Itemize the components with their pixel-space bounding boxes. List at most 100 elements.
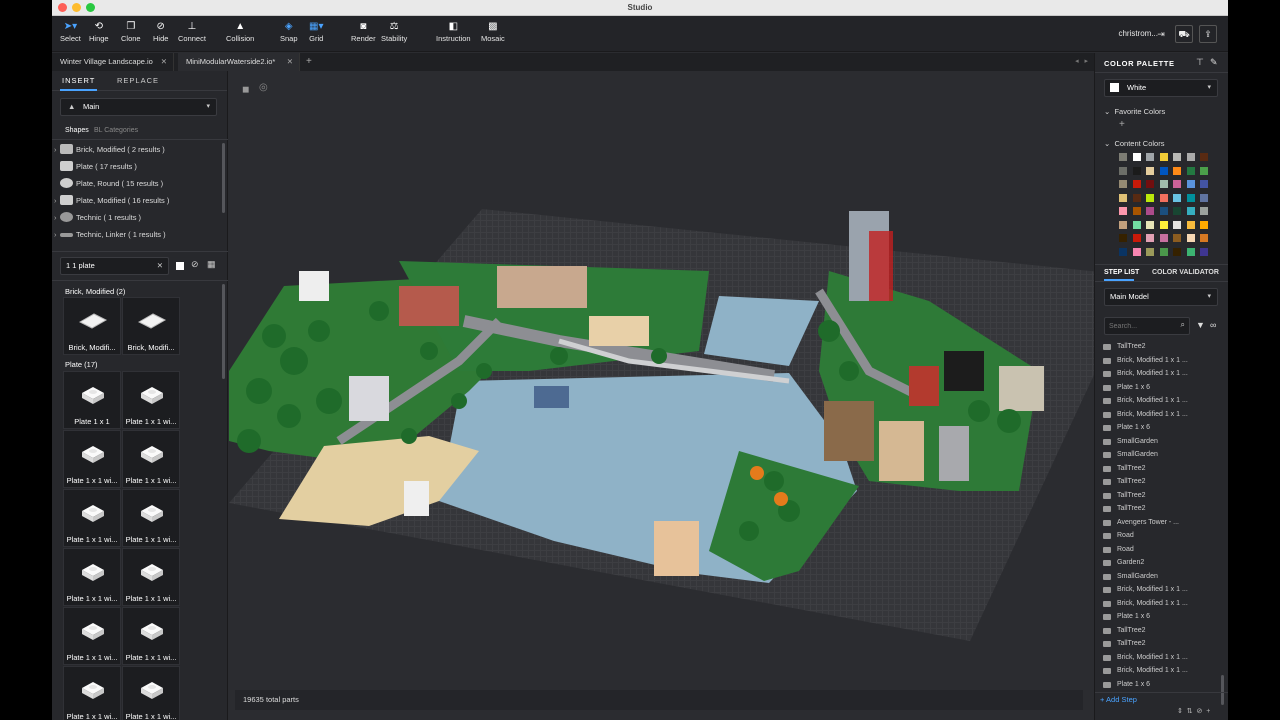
step-item[interactable]: Plate 1 x 6 <box>1103 421 1221 435</box>
filter-icon[interactable]: ▼ <box>1196 320 1205 330</box>
part-tile[interactable]: Plate 1 x 1 wi... <box>122 489 180 547</box>
color-swatch[interactable] <box>1119 247 1127 256</box>
step-item[interactable]: Brick, Modified 1 x 1 ... <box>1103 664 1221 678</box>
category-item[interactable]: › Plate, Modified ( 16 results ) <box>52 192 220 209</box>
close-tab-icon[interactable]: ✕ <box>161 53 167 71</box>
step-item[interactable]: TallTree2 <box>1103 462 1221 476</box>
part-tile[interactable]: Plate 1 x 1 wi... <box>63 666 121 720</box>
step-item[interactable]: Garden2 <box>1103 556 1221 570</box>
category-item[interactable]: › Technic ( 1 results ) <box>52 209 220 226</box>
step-item[interactable]: SmallGarden <box>1103 570 1221 584</box>
clone-tool-button[interactable]: ❐ Clone <box>121 20 141 43</box>
tab-insert[interactable]: INSERT <box>59 76 98 91</box>
step-controls-icon[interactable]: ⇕ ⇅ ⊘ + <box>1177 707 1210 715</box>
scrollbar[interactable] <box>222 284 225 379</box>
step-item[interactable]: Brick, Modified 1 x 1 ... <box>1103 651 1221 665</box>
category-item[interactable]: › Technic, Linker ( 1 results ) <box>52 226 220 243</box>
color-swatch[interactable] <box>1186 247 1195 256</box>
connect-tool-button[interactable]: ⊥ Connect <box>178 20 206 43</box>
3d-viewport[interactable]: ◼ ◎ 19635 total parts <box>229 71 1094 720</box>
color-swatch[interactable] <box>1173 180 1181 188</box>
color-swatch[interactable] <box>1200 234 1208 242</box>
part-tile[interactable]: Plate 1 x 1 wi... <box>63 489 121 547</box>
snap-tool-button[interactable]: ◈ Snap <box>280 20 298 43</box>
color-swatch[interactable] <box>1200 247 1208 256</box>
color-swatch[interactable] <box>1159 166 1168 175</box>
color-swatch[interactable] <box>1173 220 1181 229</box>
step-item[interactable]: TallTree2 <box>1103 489 1221 503</box>
color-swatch[interactable] <box>1159 153 1168 161</box>
hinge-tool-button[interactable]: ⟲ Hinge <box>89 20 109 43</box>
step-item[interactable]: TallTree2 <box>1103 340 1221 354</box>
color-select[interactable]: White ▾ <box>1104 79 1218 97</box>
subtab-shapes[interactable]: Shapes <box>65 127 89 134</box>
color-swatch[interactable] <box>1146 180 1154 188</box>
collision-tool-button[interactable]: ▲ Collision <box>226 20 254 43</box>
subtab-bl-categories[interactable]: BL Categories <box>94 127 138 134</box>
step-search-input[interactable]: ⌕ <box>1104 317 1190 335</box>
select-tool-button[interactable]: ➤▾ Select <box>60 20 81 43</box>
color-swatch[interactable] <box>1173 166 1181 175</box>
add-step-button[interactable]: + Add Step <box>1100 695 1137 704</box>
tab-scroll-arrows[interactable]: ◂ ▸ <box>1075 57 1088 65</box>
tab-minimodular-waterside[interactable]: MiniModularWaterside2.io* ✕ <box>178 53 300 71</box>
eyedropper-icon[interactable]: ✎ <box>1210 57 1218 68</box>
palette-select[interactable]: ▲ Main ▾ <box>60 98 217 116</box>
new-tab-button[interactable]: + <box>302 53 320 71</box>
step-item[interactable]: Plate 1 x 6 <box>1103 678 1221 692</box>
step-item[interactable]: Brick, Modified 1 x 1 ... <box>1103 597 1221 611</box>
close-tab-icon[interactable]: ✕ <box>287 53 293 71</box>
scrollbar[interactable] <box>222 143 225 213</box>
color-swatch[interactable] <box>1119 220 1127 229</box>
color-swatch[interactable] <box>1186 166 1195 175</box>
step-item[interactable]: Plate 1 x 6 <box>1103 610 1221 624</box>
link-icon[interactable]: ∞ <box>1210 320 1216 330</box>
color-swatch[interactable] <box>1146 193 1154 202</box>
tab-replace[interactable]: REPLACE <box>117 76 159 85</box>
color-swatch[interactable] <box>1132 180 1141 188</box>
part-tile[interactable]: Plate 1 x 1 wi... <box>63 607 121 665</box>
part-search-input[interactable]: 1 1 plate ✕ <box>60 257 169 275</box>
color-swatch[interactable] <box>1200 207 1208 215</box>
color-swatch[interactable] <box>1159 234 1168 242</box>
color-swatch[interactable] <box>1119 207 1127 215</box>
step-item[interactable]: Road <box>1103 529 1221 543</box>
color-swatch[interactable] <box>1159 220 1168 229</box>
step-item[interactable]: Brick, Modified 1 x 1 ... <box>1103 394 1221 408</box>
step-item[interactable]: Plate 1 x 6 <box>1103 381 1221 395</box>
category-item[interactable]: › Brick, Modified ( 2 results ) <box>52 141 220 158</box>
step-search-field[interactable] <box>1109 320 1179 332</box>
clear-search-icon[interactable]: ✕ <box>157 258 163 274</box>
step-item[interactable]: TallTree2 <box>1103 475 1221 489</box>
color-swatch[interactable] <box>1132 193 1141 202</box>
step-item[interactable]: Brick, Modified 1 x 1 ... <box>1103 367 1221 381</box>
color-swatch[interactable] <box>1146 207 1154 215</box>
color-swatch[interactable] <box>1200 220 1208 229</box>
stability-tool-button[interactable]: ⚖ Stability <box>381 20 407 43</box>
color-swatch[interactable] <box>1119 166 1127 175</box>
category-item[interactable]: Plate ( 17 results ) <box>52 158 220 175</box>
step-item[interactable]: SmallGarden <box>1103 448 1221 462</box>
color-swatch[interactable] <box>1146 234 1154 242</box>
part-tile[interactable]: Plate 1 x 1 wi... <box>63 548 121 606</box>
color-swatch[interactable] <box>1200 180 1208 188</box>
filter-icon[interactable]: ⊘ <box>191 259 199 270</box>
color-swatch[interactable] <box>1186 180 1195 188</box>
paint-icon[interactable]: ⊤ <box>1196 57 1204 68</box>
large-grid-icon[interactable]: ▦ <box>207 259 216 270</box>
color-swatch[interactable] <box>1132 234 1141 242</box>
upload-icon[interactable]: ⇪ <box>1199 25 1217 43</box>
color-swatch[interactable] <box>1173 207 1181 215</box>
color-swatch[interactable] <box>1186 207 1195 215</box>
step-item[interactable]: Road <box>1103 543 1221 557</box>
mosaic-tool-button[interactable]: ▩ Mosaic <box>481 20 505 43</box>
color-swatch[interactable] <box>1186 153 1195 161</box>
color-swatch[interactable] <box>1200 193 1208 202</box>
part-tile[interactable]: Plate 1 x 1 wi... <box>122 548 180 606</box>
color-swatch[interactable] <box>1173 153 1181 161</box>
color-swatch[interactable] <box>1173 247 1181 256</box>
part-tile[interactable]: Plate 1 x 1 wi... <box>63 430 121 488</box>
color-swatch[interactable] <box>1173 234 1181 242</box>
content-colors-header[interactable]: ⌄ Content Colors <box>1104 139 1164 148</box>
color-swatch[interactable] <box>1119 180 1127 188</box>
